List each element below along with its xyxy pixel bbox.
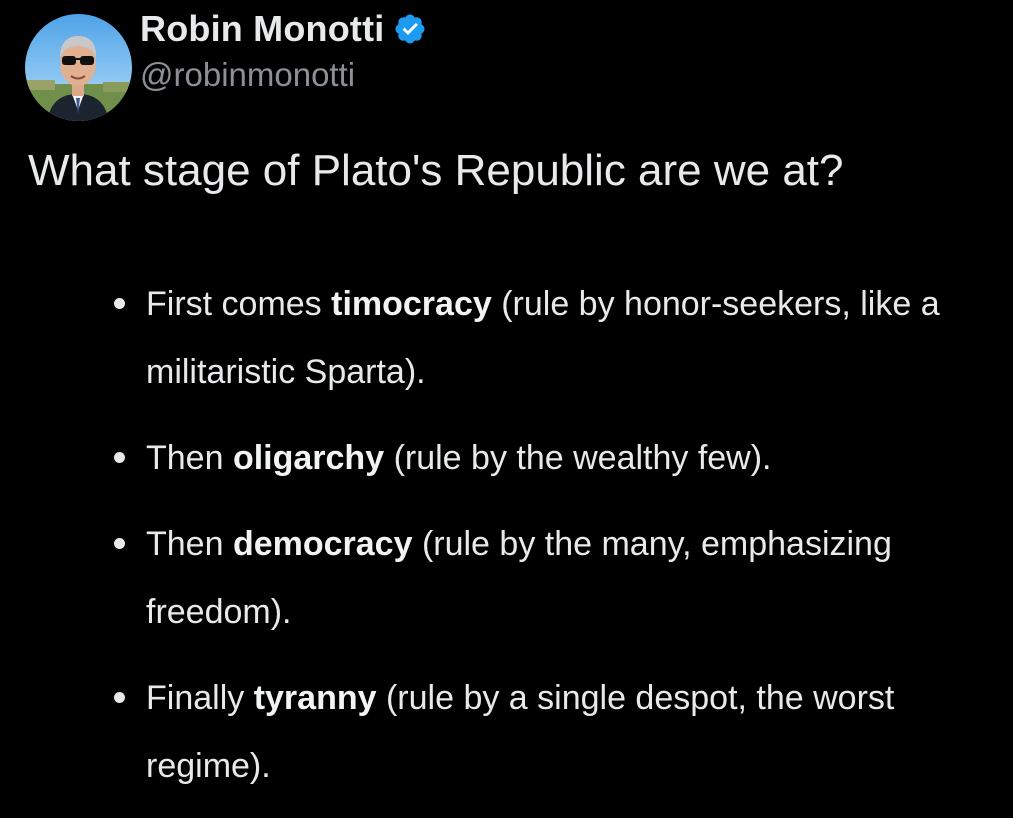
display-name[interactable]: Robin Monotti <box>140 8 385 50</box>
tweet-text: What stage of Plato's Republic are we at… <box>28 146 844 195</box>
list-item-text: Then oligarchy (rule by the wealthy few)… <box>146 439 772 477</box>
tweet-header <box>25 12 132 122</box>
list-item: First comes timocracy (rule by honor-see… <box>110 270 990 406</box>
name-row: Robin Monotti <box>140 4 540 54</box>
list-item: Finally tyranny (rule by a single despot… <box>110 664 990 800</box>
bold-term: tyranny <box>253 679 377 717</box>
list-item-text: Finally tyranny (rule by a single despot… <box>146 679 895 785</box>
bold-term: timocracy <box>331 285 492 323</box>
bold-term: oligarchy <box>232 439 385 477</box>
bold-term: democracy <box>232 525 413 563</box>
list-item-text: Then democracy (rule by the many, emphas… <box>146 525 892 631</box>
list-item-text: First comes timocracy (rule by honor-see… <box>146 285 940 391</box>
avatar[interactable] <box>25 13 132 121</box>
tweet-bullet-list: First comes timocracy (rule by honor-see… <box>110 270 990 818</box>
list-item: Then democracy (rule by the many, emphas… <box>110 510 990 646</box>
author-block: Robin Monotti @robinmonotti <box>140 4 540 94</box>
avatar-photo <box>25 13 132 121</box>
user-handle[interactable]: @robinmonotti <box>140 56 540 94</box>
list-item: Then oligarchy (rule by the wealthy few)… <box>110 424 990 492</box>
verified-badge-icon <box>393 12 427 46</box>
